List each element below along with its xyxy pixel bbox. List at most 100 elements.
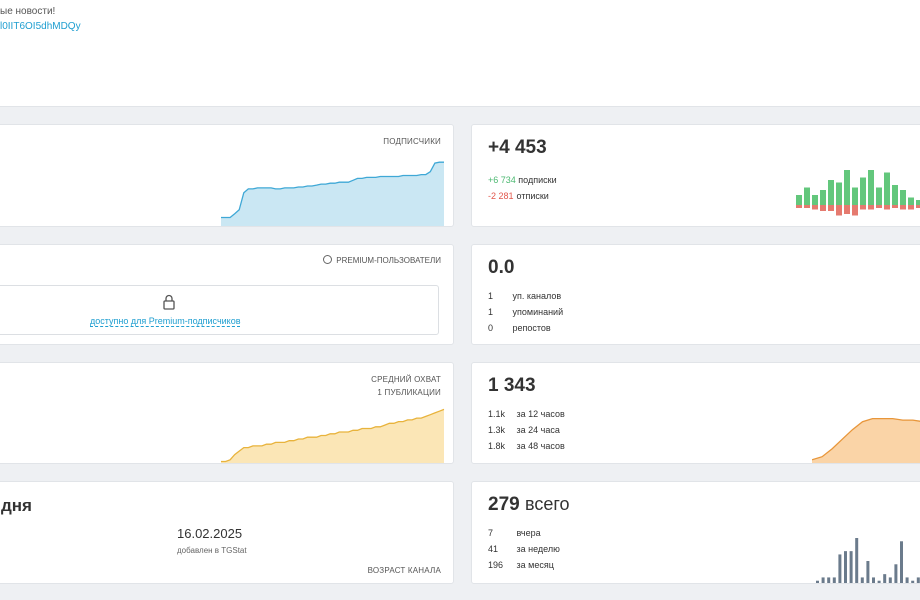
citation-row: 0 репостов	[488, 323, 551, 333]
unsubscribed-bar	[836, 205, 842, 216]
subscribed-bar	[868, 170, 874, 205]
citation-row-label: уп. каналов	[512, 291, 562, 301]
subscribed-bar	[804, 187, 810, 205]
posts-row-value: 196	[488, 560, 504, 570]
unsubscribed-bar	[884, 205, 890, 210]
subscribed-bar	[900, 190, 906, 205]
unsubscribed-bar	[828, 205, 834, 211]
header-bar: ые новости! l0IIT6OI5dhMDQy	[0, 0, 920, 107]
subscribed-value: +6 734	[488, 175, 516, 185]
reach-row: 1.1k за 12 часов	[488, 409, 565, 419]
reach-total: 1 343	[488, 375, 536, 396]
news-text: ые новости!	[0, 6, 56, 17]
reach-row-value: 1.3k	[488, 425, 506, 435]
reach-mini-series-fill	[812, 418, 920, 463]
reach-row: 1.3k за 24 часа	[488, 425, 560, 435]
posts-bar	[877, 580, 881, 583]
posts-bar	[888, 577, 892, 583]
unsubscribed-bar	[852, 205, 858, 216]
posts-bar-chart	[816, 538, 920, 583]
channel-age-value: дня	[1, 496, 32, 515]
posts-bar	[821, 577, 825, 583]
subscribed-bar	[836, 182, 842, 205]
subscribed-bar	[828, 180, 834, 205]
unsubscribed-bar	[796, 205, 802, 208]
posts-row-value: 41	[488, 544, 499, 554]
citation-row-value: 1	[488, 307, 494, 317]
reach-row-label: за 12 часов	[516, 409, 565, 419]
citation-row: 1 упоминаний	[488, 307, 563, 317]
posts-row-value: 7	[488, 528, 494, 538]
unsubscribed-label: отписки	[516, 191, 549, 201]
premium-label: premium-пользователи	[323, 255, 441, 265]
reach-row-label: за 48 часов	[516, 441, 565, 451]
posts-bar	[872, 577, 875, 583]
citation-card: 0.0 1 уп. каналов 1 упоминаний 0 репосто…	[471, 244, 920, 345]
unsubscribed-bar	[876, 205, 882, 208]
channel-link[interactable]: l0IIT6OI5dhMDQy	[0, 21, 81, 32]
unsubscribed-bar	[908, 205, 914, 210]
citation-row-label: упоминаний	[512, 307, 564, 317]
posts-row-label: вчера	[516, 528, 541, 538]
subscribed-bar	[796, 195, 802, 205]
posts-bar	[916, 577, 920, 583]
posts-bar	[866, 561, 870, 583]
citation-row-label: репостов	[512, 323, 551, 333]
added-date-caption: добавлен в TGStat	[177, 546, 247, 555]
posts-total-label: всего	[524, 494, 570, 514]
posts-bar	[849, 551, 853, 583]
reach-row: 1.8k за 48 часов	[488, 441, 565, 451]
unsubscribed-row: -2 281 отписки	[488, 191, 549, 201]
reach-summary-card: 1 343 1.1k за 12 часов 1.3k за 24 часа 1…	[471, 362, 920, 464]
unsubscribed-bar	[892, 205, 898, 208]
subscribed-bar	[892, 185, 898, 205]
posts-total-value: 279	[488, 494, 520, 515]
subscribed-bar	[852, 187, 858, 205]
posts-bar	[911, 580, 915, 583]
subscribers-chart-card: подписчики	[0, 124, 454, 227]
posts-bar	[900, 541, 903, 583]
posts-bar	[905, 577, 909, 583]
subscribed-bar	[876, 187, 882, 205]
premium-lock-box: доступно для Premium-подписчиков	[0, 285, 439, 335]
subscribed-label: подписки	[518, 175, 557, 185]
unsubscribed-bar	[868, 205, 874, 210]
subscribed-bar	[860, 177, 866, 205]
posts-row-label: за месяц	[516, 560, 554, 570]
citation-row: 1 уп. каналов	[488, 291, 561, 301]
subscribed-bar	[884, 172, 890, 205]
subscribers-series-fill	[221, 162, 444, 226]
posts-bar	[860, 577, 864, 583]
subscribers-label: подписчики	[383, 137, 441, 146]
premium-link[interactable]: доступно для Premium-подписчиков	[90, 316, 241, 327]
subscribed-row: +6 734 подписки	[488, 175, 557, 185]
subscribed-bar	[812, 195, 818, 205]
posts-bar	[844, 551, 847, 583]
subscribers-total: +4 453	[488, 137, 547, 158]
posts-row-label: за неделю	[516, 544, 560, 554]
subscribed-bar	[844, 170, 850, 205]
reach-chart-card: средний охват 1 публикации	[0, 362, 454, 464]
posts-bar	[894, 564, 898, 583]
reach-label: средний охват 1 публикации	[371, 373, 441, 399]
lock-icon	[163, 294, 175, 310]
unsubscribed-bar	[844, 205, 850, 214]
subscriptions-bar-chart	[796, 170, 920, 216]
citation-row-value: 0	[488, 323, 494, 333]
posts-bar	[827, 577, 831, 583]
posts-bar	[855, 538, 859, 583]
citation-index: 0.0	[488, 257, 515, 278]
unsubscribed-bar	[820, 205, 826, 211]
posts-card: 279 всего 7 вчера 41 за неделю 196 за ме…	[471, 481, 920, 584]
reach-row-value: 1.1k	[488, 409, 506, 419]
subscribers-area-chart	[221, 161, 444, 226]
unsubscribed-bar	[812, 205, 818, 210]
posts-bar	[838, 554, 842, 583]
added-date: 16.02.2025	[177, 526, 243, 541]
citation-row-value: 1	[488, 291, 494, 301]
unsubscribed-bar	[900, 205, 906, 210]
subscribed-bar	[908, 197, 914, 205]
premium-label-text: premium-пользователи	[336, 256, 441, 265]
unsubscribed-bar	[804, 205, 810, 208]
posts-row: 196 за месяц	[488, 560, 554, 570]
